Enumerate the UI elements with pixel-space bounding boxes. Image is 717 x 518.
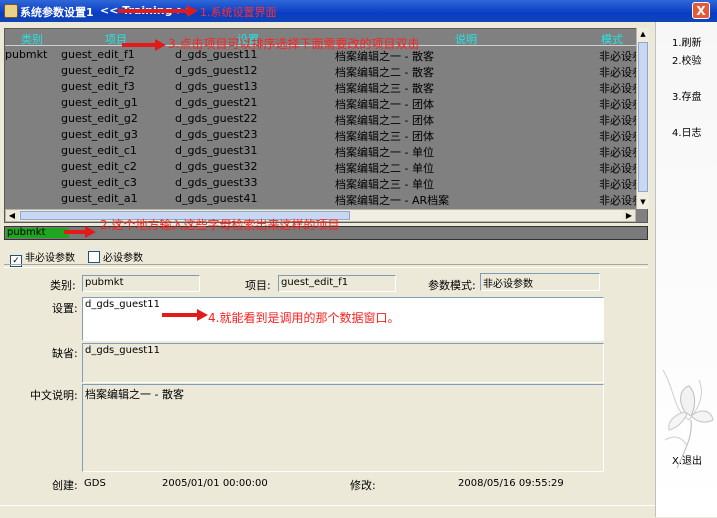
- header-category[interactable]: 类别: [21, 31, 43, 47]
- table-cell: 档案编辑之一 - 单位: [335, 146, 434, 159]
- scroll-up-icon[interactable]: ▲: [637, 28, 649, 40]
- annotation-4: 4.就能看到是调用的那个数据窗口。: [208, 311, 400, 325]
- table-cell: guest_edit_g3: [61, 128, 138, 141]
- table-cell: 档案编辑之二 - 散客: [335, 66, 434, 79]
- refresh-button[interactable]: 1.刷新: [672, 34, 702, 49]
- table-cell: guest_edit_a1: [61, 192, 138, 205]
- table-cell: 档案编辑之一 - AR档案: [335, 194, 450, 207]
- app-icon: [4, 4, 18, 18]
- category-label: 类别:: [50, 279, 76, 292]
- table-row[interactable]: guest_edit_f2 d_gds_guest12 档案编辑之二 - 散客 非必设…: [5, 63, 647, 79]
- table-cell: d_gds_guest12: [175, 64, 258, 77]
- mode-label: 参数模式:: [428, 279, 476, 292]
- modified-label: 修改:: [350, 479, 376, 492]
- lily-decoration-icon: [662, 369, 714, 469]
- item-field[interactable]: guest_edit_f1: [278, 275, 396, 292]
- annotation-arrow-1: [118, 5, 198, 17]
- description-field[interactable]: 档案编辑之一 - 散客: [82, 384, 604, 472]
- table-cell: guest_edit_c1: [61, 144, 137, 157]
- parameter-grid[interactable]: 类别 项目 设置 说明 模式 pubmkt guest_edit_f1 d_gds_…: [4, 28, 648, 223]
- category-field[interactable]: pubmkt: [82, 275, 200, 292]
- table-cell: d_gds_guest31: [175, 144, 258, 157]
- header-mode[interactable]: 模式: [601, 31, 623, 47]
- table-cell: guest_edit_g1: [61, 96, 138, 109]
- annotation-3: 3.点击项目可以排序选择下面需要改的项目双击: [168, 37, 420, 51]
- table-row[interactable]: guest_edit_c2 d_gds_guest32 档案编辑之二 - 单位 非必设…: [5, 159, 647, 175]
- table-cell: guest_edit_f3: [61, 80, 135, 93]
- setting-label: 设置:: [52, 302, 78, 315]
- status-bar: [0, 505, 655, 518]
- optional-params-label: 非必设参数: [25, 253, 75, 264]
- title-bar: 系统参数设置1 << Training >> X: [0, 0, 717, 22]
- log-button[interactable]: 4.日志: [672, 124, 702, 139]
- table-cell: guest_edit_f1: [61, 48, 135, 61]
- grid-vertical-scrollbar[interactable]: ▲ ▼: [636, 28, 649, 209]
- table-cell: d_gds_guest22: [175, 112, 258, 125]
- scroll-right-icon[interactable]: ▶: [623, 210, 635, 221]
- table-cell: pubmkt: [5, 48, 48, 61]
- verify-button[interactable]: 2.校验: [672, 52, 702, 67]
- table-cell: 档案编辑之三 - 散客: [335, 82, 434, 95]
- created-label: 创建:: [52, 479, 78, 492]
- table-cell: 档案编辑之三 - 团体: [335, 130, 434, 143]
- table-row[interactable]: guest_edit_g2 d_gds_guest22 档案编辑之二 - 团体 非必设…: [5, 111, 647, 127]
- table-cell: d_gds_guest21: [175, 96, 258, 109]
- search-input[interactable]: pubmkt: [6, 228, 69, 238]
- annotation-arrow-4: [162, 309, 208, 321]
- table-row[interactable]: guest_edit_a1 d_gds_guest41 档案编辑之一 - AR档案非…: [5, 191, 647, 207]
- scroll-down-icon[interactable]: ▼: [637, 196, 649, 208]
- header-description[interactable]: 说明: [455, 31, 477, 47]
- created-by: GDS: [84, 478, 106, 489]
- table-cell: 档案编辑之二 - 团体: [335, 114, 434, 127]
- required-params-label: 必设参数: [103, 253, 143, 264]
- table-cell: d_gds_guest32: [175, 160, 258, 173]
- table-row[interactable]: guest_edit_g3 d_gds_guest23 档案编辑之三 - 团体 非必设…: [5, 127, 647, 143]
- annotation-arrow-3: [122, 39, 166, 51]
- required-params-checkbox[interactable]: 必设参数: [88, 249, 143, 264]
- checkbox-empty-icon[interactable]: [88, 251, 100, 263]
- item-label: 项目:: [245, 279, 271, 292]
- table-cell: 档案编辑之一 - 团体: [335, 98, 434, 111]
- annotation-arrow-2: [64, 226, 96, 238]
- table-row[interactable]: guest_edit_g1 d_gds_guest21 档案编辑之一 - 团体 非必设…: [5, 95, 647, 111]
- modified-date: 2008/05/16 09:55:29: [458, 478, 564, 489]
- table-row[interactable]: guest_edit_f3 d_gds_guest13 档案编辑之三 - 散客 非必设…: [5, 79, 647, 95]
- table-cell: d_gds_guest13: [175, 80, 258, 93]
- table-cell: guest_edit_f2: [61, 64, 135, 77]
- created-date: 2005/01/01 00:00:00: [162, 478, 268, 489]
- default-label: 缺省:: [52, 347, 78, 360]
- vertical-scroll-thumb[interactable]: [638, 42, 648, 192]
- table-cell: d_gds_guest23: [175, 128, 258, 141]
- annotation-1: 1.系统设置界面: [200, 6, 277, 19]
- table-cell: guest_edit_c3: [61, 176, 137, 189]
- mode-field[interactable]: 非必设参数: [480, 273, 600, 291]
- divider: [4, 264, 648, 268]
- table-cell: 档案编辑之三 - 单位: [335, 178, 434, 191]
- description-label: 中文说明:: [30, 389, 78, 402]
- table-cell: d_gds_guest41: [175, 192, 258, 205]
- table-row[interactable]: guest_edit_c1 d_gds_guest31 档案编辑之一 - 单位 非必设…: [5, 143, 647, 159]
- annotation-2: 2.这个地方输入这些字母检索出来这样的项目: [100, 218, 340, 232]
- table-cell: 档案编辑之二 - 单位: [335, 162, 434, 175]
- table-row[interactable]: guest_edit_c3 d_gds_guest33 档案编辑之三 - 单位 非必设…: [5, 175, 647, 191]
- close-button[interactable]: X: [692, 2, 710, 19]
- table-cell: guest_edit_c2: [61, 160, 137, 173]
- table-cell: guest_edit_g2: [61, 112, 138, 125]
- scroll-left-icon[interactable]: ◀: [6, 210, 18, 221]
- window-title: 系统参数设置1: [20, 6, 94, 19]
- table-cell: d_gds_guest33: [175, 176, 258, 189]
- default-field[interactable]: d_gds_guest11: [82, 343, 604, 383]
- save-button[interactable]: 3.存盘: [672, 88, 702, 103]
